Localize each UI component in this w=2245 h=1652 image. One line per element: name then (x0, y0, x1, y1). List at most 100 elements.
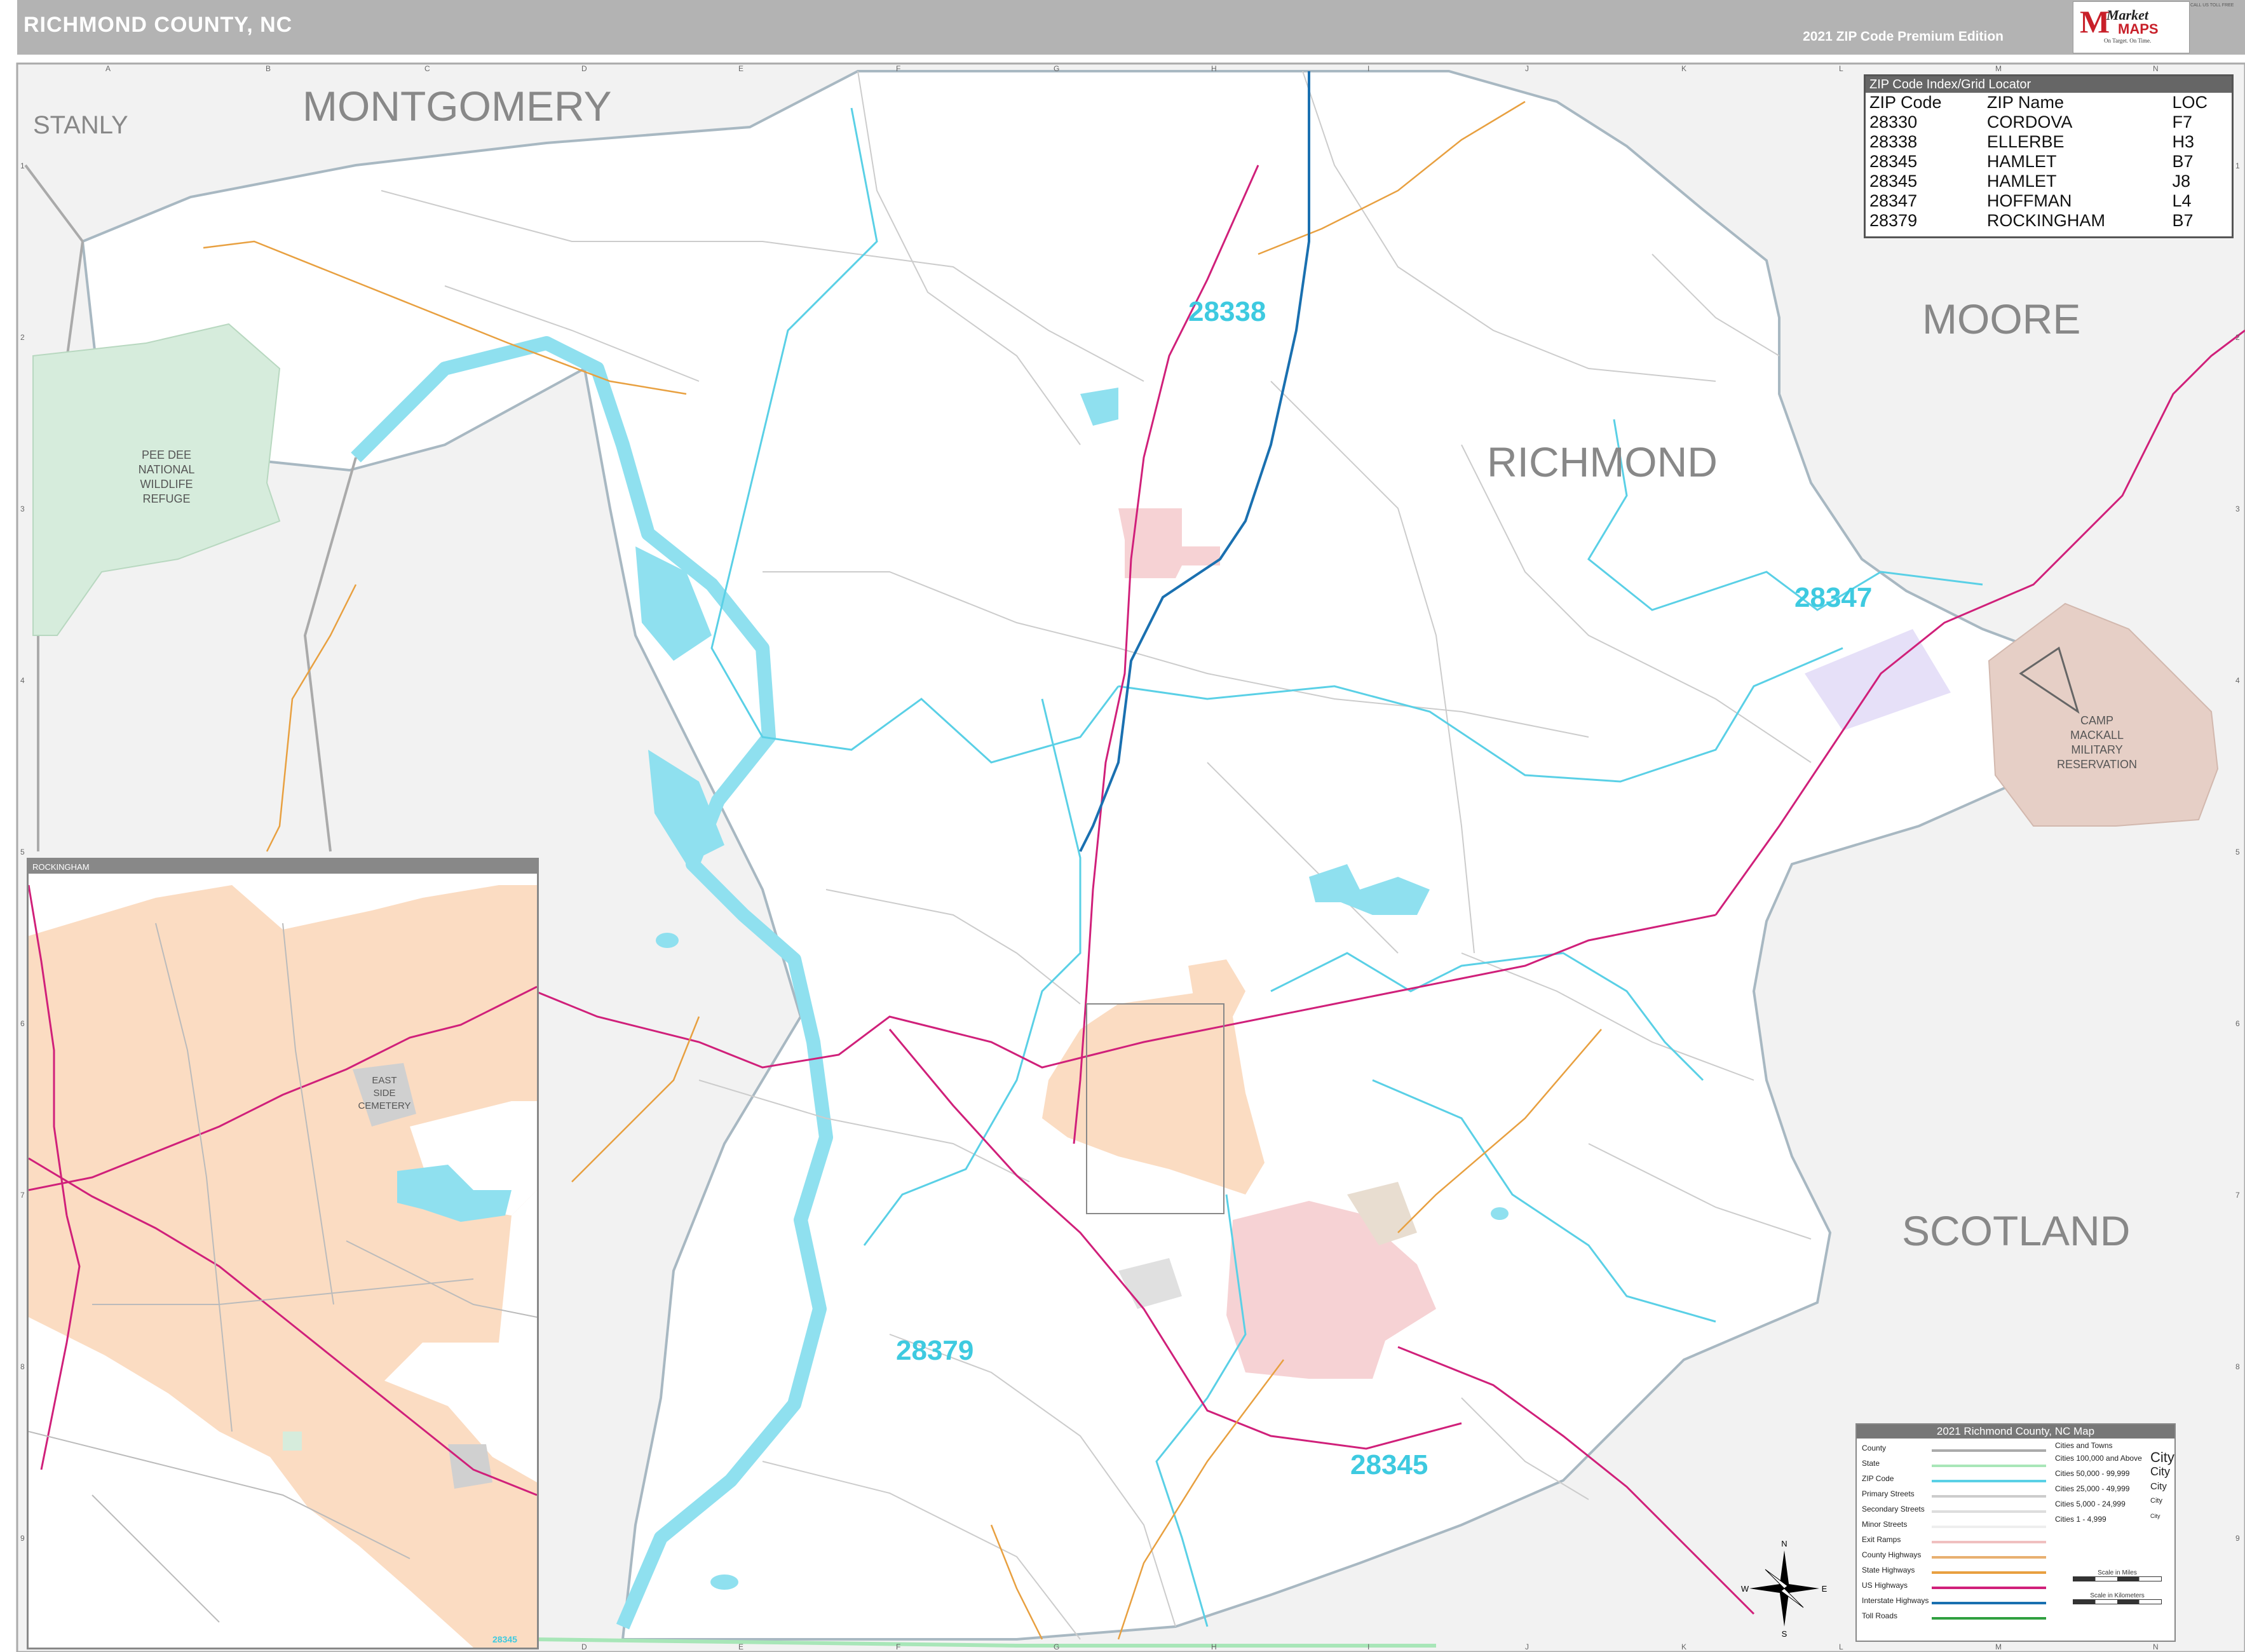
table-row: 28345 HAMLET J8 (1866, 172, 2232, 191)
scotland-label: SCOTLAND (1902, 1207, 2130, 1254)
richmond-label: RICHMOND (1487, 438, 1718, 485)
svg-text:6: 6 (2235, 1019, 2240, 1028)
svg-text:9: 9 (20, 1534, 25, 1543)
scale-bar-miles: Scale in Miles (2073, 1569, 2162, 1581)
legend-cities-title: Cities and Towns (2055, 1441, 2113, 1450)
legend-item-label: Secondary Streets (1862, 1505, 1925, 1513)
rockingham-inset-map[interactable]: ROCKINGHAM EAST SIDE CEMETERY 28345 (27, 858, 539, 1649)
svg-text:CAMP: CAMP (2080, 714, 2113, 727)
svg-text:N: N (2153, 64, 2159, 73)
zip-code-cell: 28338 (1869, 132, 1918, 151)
legend-item: County Highways (1862, 1550, 2046, 1564)
legend-city-row: Cities 50,000 - 99,999 City (2055, 1465, 2170, 1478)
legend-item-label: Interstate Highways (1862, 1596, 1929, 1605)
svg-text:8: 8 (2235, 1362, 2240, 1371)
svg-text:H: H (1211, 64, 1217, 73)
svg-text:L: L (1839, 64, 1843, 73)
map-legend: 2021 Richmond County, NC Map County State… (1855, 1423, 2176, 1642)
svg-text:E: E (738, 1642, 743, 1651)
svg-text:9: 9 (2235, 1534, 2240, 1543)
zip-loc-cell: B7 (2172, 152, 2194, 171)
svg-text:G: G (1054, 1642, 1059, 1651)
svg-text:H: H (1211, 1642, 1217, 1651)
svg-text:3: 3 (2235, 504, 2240, 513)
legend-item-label: County Highways (1862, 1550, 1922, 1559)
legend-title: 2021 Richmond County, NC Map (1857, 1425, 2174, 1439)
zip-code-cell: 28379 (1869, 211, 1918, 230)
svg-text:5: 5 (2235, 848, 2240, 856)
compass-e: E (1822, 1584, 1828, 1594)
zip-index-header: ZIP Code (1869, 93, 1942, 112)
legend-item: Exit Ramps (1862, 1535, 2046, 1549)
legend-city-sample: City (2150, 1449, 2174, 1465)
svg-text:2: 2 (2235, 333, 2240, 342)
zip-loc-cell: J8 (2172, 172, 2191, 191)
compass-n: N (1781, 1539, 1787, 1548)
svg-text:K: K (1681, 64, 1686, 73)
inset-park (283, 1432, 302, 1451)
svg-text:I: I (1367, 64, 1369, 73)
table-row: 28345 HAMLET B7 (1866, 152, 2232, 172)
svg-text:4: 4 (2235, 676, 2240, 685)
legend-city-row: Cities 25,000 - 49,999 City (2055, 1481, 2167, 1493)
svg-text:RESERVATION: RESERVATION (2057, 758, 2137, 771)
legend-city-range: Cities 1 - 4,999 (2055, 1515, 2106, 1524)
zip-code-cell: 28345 (1869, 152, 1918, 171)
zip-name-cell: ROCKINGHAM (1986, 211, 2105, 230)
legend-item: State (1862, 1459, 2046, 1473)
moore-label: MOORE (1922, 295, 2080, 342)
legend-item-swatch (1932, 1495, 2046, 1498)
legend-city-range: Cities 25,000 - 49,999 (2055, 1484, 2130, 1493)
svg-text:2: 2 (20, 333, 25, 342)
stanly-label: STANLY (33, 111, 128, 139)
zip-loc-cell: H3 (2172, 132, 2195, 151)
legend-item-label: ZIP Code (1862, 1474, 1894, 1483)
legend-item-label: Primary Streets (1862, 1489, 1915, 1498)
svg-text:NATIONAL: NATIONAL (139, 463, 195, 476)
svg-text:8: 8 (20, 1362, 25, 1371)
table-row: 28338 ELLERBE H3 (1866, 132, 2232, 152)
legend-item: Minor Streets (1862, 1520, 2046, 1534)
legend-item-label: County (1862, 1444, 1887, 1452)
svg-text:C: C (424, 64, 430, 73)
legend-item-swatch (1932, 1556, 2046, 1559)
legend-city-row: Cities 1 - 4,999 City (2055, 1513, 2160, 1524)
zip-loc-cell: F7 (2172, 112, 2193, 132)
inset-zip-label: 28345 (492, 1634, 517, 1644)
zip-name-cell: ELLERBE (1986, 132, 2065, 151)
legend-item-swatch (1932, 1526, 2046, 1528)
svg-text:J: J (1525, 64, 1529, 73)
montgomery-label: MONTGOMERY (302, 83, 611, 130)
svg-text:D: D (581, 64, 587, 73)
legend-item-swatch (1932, 1602, 2046, 1604)
svg-text:5: 5 (20, 848, 25, 856)
zip-loc-cell: L4 (2172, 191, 2192, 210)
compass-rose-icon: N S W E (1741, 1539, 1828, 1639)
zip-label-28338: 28338 (1188, 296, 1266, 327)
zip-index-title: ZIP Code Index/Grid Locator (1866, 76, 2232, 93)
svg-text:1: 1 (2235, 161, 2240, 170)
svg-text:M: M (1995, 64, 2002, 73)
legend-item-swatch (1932, 1465, 2046, 1467)
svg-text:6: 6 (20, 1019, 25, 1028)
zip-label-28379: 28379 (896, 1335, 973, 1366)
zip-name-cell: HAMLET (1986, 152, 2057, 171)
zip-loc-cell: B7 (2172, 211, 2194, 230)
svg-text:7: 7 (20, 1191, 25, 1200)
legend-item-label: State (1862, 1459, 1880, 1468)
zip-index-header: LOC (2172, 93, 2208, 112)
inset-rockingham-area (29, 885, 537, 1648)
legend-item-swatch (1932, 1541, 2046, 1543)
legend-city-row: Cities 100,000 and Above City (2055, 1449, 2174, 1465)
svg-text:WILDLIFE: WILDLIFE (140, 478, 193, 491)
svg-text:3: 3 (20, 504, 25, 513)
legend-city-sample: City (2150, 1465, 2170, 1478)
inset-label: ROCKINGHAM (32, 862, 90, 872)
svg-text:E: E (738, 64, 743, 73)
compass-s: S (1782, 1629, 1787, 1639)
zip-index-header: ZIP Name (1986, 93, 2064, 112)
legend-item: Secondary Streets (1862, 1505, 2046, 1519)
svg-text:B: B (266, 64, 271, 73)
svg-text:MACKALL: MACKALL (2070, 729, 2124, 741)
table-row: 28347 HOFFMAN L4 (1866, 191, 2232, 211)
